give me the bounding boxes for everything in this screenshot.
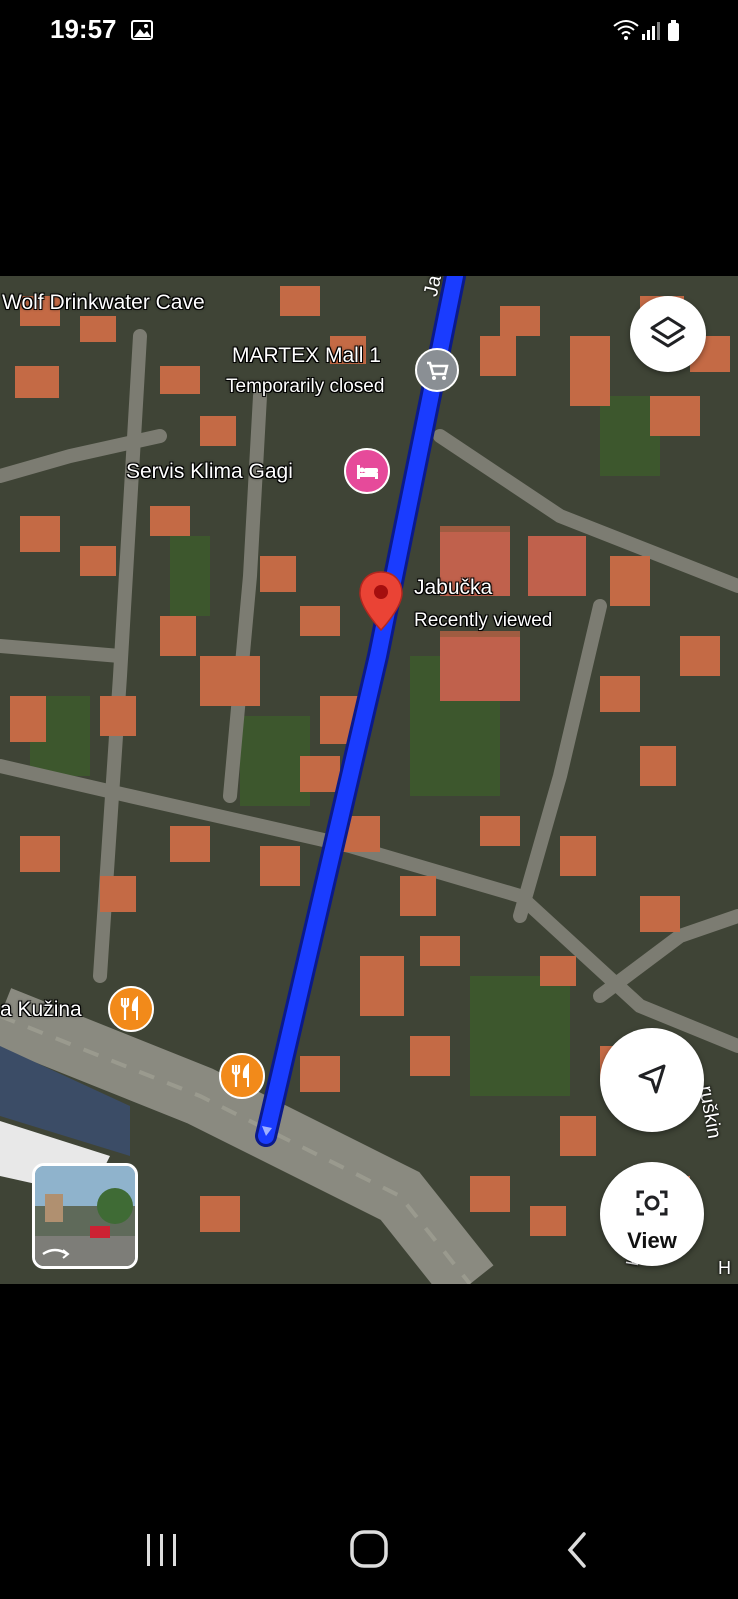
- lens-camera-icon: [636, 1190, 668, 1216]
- place-label-martex[interactable]: MARTEX Mall 1: [232, 344, 381, 368]
- back-icon[interactable]: [562, 1530, 592, 1570]
- street-view-thumbnail[interactable]: [32, 1163, 138, 1269]
- layers-button[interactable]: [630, 296, 706, 372]
- place-status-martex: Temporarily closed: [226, 376, 385, 397]
- status-bar: 19:57: [0, 0, 738, 64]
- system-navigation-bar: [0, 1500, 738, 1599]
- street-label-bottom-h: H: [718, 1258, 731, 1278]
- system-status-icons: [613, 20, 679, 41]
- place-label-jabucka[interactable]: Jabučka: [414, 576, 492, 600]
- place-label-wolf-cave[interactable]: Wolf Drinkwater Cave: [2, 291, 205, 315]
- my-location-button[interactable]: [600, 1028, 704, 1132]
- place-status-jabucka: Recently viewed: [414, 610, 553, 631]
- view-button-label: View: [627, 1228, 677, 1253]
- wifi-icon: [613, 20, 639, 40]
- place-label-kuzina[interactable]: a Kužina: [0, 998, 82, 1022]
- restaurant-icon[interactable]: [219, 1053, 265, 1099]
- view-button[interactable]: View: [600, 1162, 704, 1266]
- clock: 19:57: [50, 14, 117, 44]
- layers-icon: [650, 316, 686, 348]
- home-icon[interactable]: [348, 1528, 390, 1570]
- satellite-imagery: [0, 276, 738, 1284]
- navigation-arrow-icon: [638, 1064, 666, 1094]
- battery-icon: [668, 20, 679, 41]
- gallery-icon: [131, 20, 153, 40]
- shopping-cart-icon[interactable]: [415, 348, 459, 392]
- restaurant-icon[interactable]: [108, 986, 154, 1032]
- map-pin-icon[interactable]: [358, 570, 404, 632]
- signal-icon: [642, 22, 660, 40]
- recent-apps-icon[interactable]: [144, 1530, 180, 1570]
- place-label-servis-klima[interactable]: Servis Klima Gagi: [126, 460, 293, 484]
- satellite-map[interactable]: Jabu ruškin K H Wolf Drinkwater Cave MAR…: [0, 276, 738, 1284]
- hotel-bed-icon[interactable]: [344, 448, 390, 494]
